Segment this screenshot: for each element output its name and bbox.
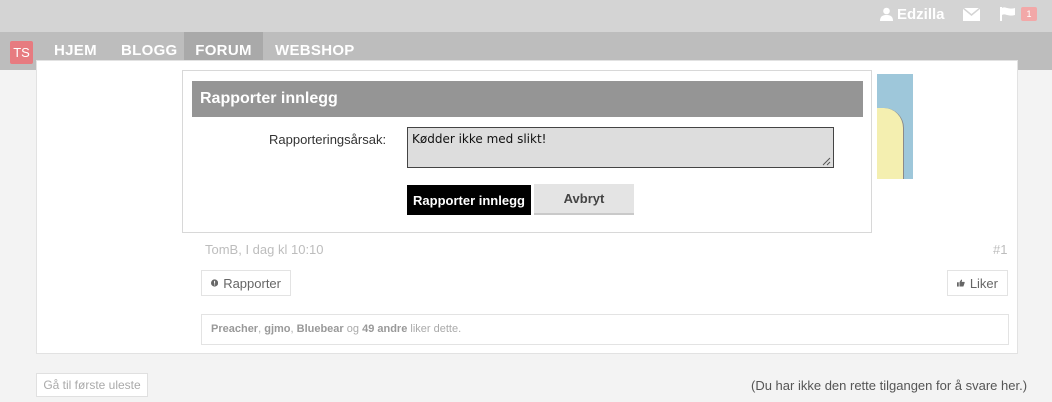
site-logo[interactable]: TS — [10, 41, 33, 64]
likes-others-link[interactable]: 49 andre — [362, 323, 407, 335]
like-button[interactable]: Liker — [947, 270, 1008, 296]
notification-count-badge: 1 — [1021, 7, 1037, 21]
messages-link[interactable] — [963, 3, 980, 25]
report-button-label: Rapporter — [223, 275, 281, 291]
flag-icon — [1000, 7, 1015, 21]
user-menu-link[interactable]: Edzilla — [880, 3, 945, 25]
resize-handle-icon[interactable] — [821, 156, 831, 166]
user-icon — [880, 7, 893, 21]
cancel-button[interactable]: Avbryt — [534, 184, 634, 215]
post-meta: TomB, I dag kl 10:10 — [205, 242, 324, 257]
thumbs-up-icon — [957, 279, 965, 287]
report-dialog: Rapporter innlegg Rapporteringsårsak: Ra… — [182, 70, 872, 233]
reason-textarea[interactable] — [407, 127, 834, 168]
liker-gjmo[interactable]: gjmo — [264, 323, 290, 335]
username: Edzilla — [897, 5, 945, 23]
user-bar: Edzilla 1 — [0, 0, 1052, 32]
reason-label: Rapporteringsårsak: — [269, 132, 387, 147]
submit-report-button[interactable]: Rapporter innlegg — [407, 185, 531, 215]
report-post-button[interactable]: Rapporter — [201, 270, 291, 296]
dialog-title: Rapporter innlegg — [192, 81, 863, 117]
post-image — [877, 74, 913, 179]
likes-summary: Preacher, gjmo, Bluebear og 49 andre lik… — [201, 314, 1009, 345]
alert-icon — [211, 279, 219, 287]
post-number-link[interactable]: #1 — [993, 242, 1007, 257]
liker-bluebear[interactable]: Bluebear — [297, 323, 344, 335]
like-button-label: Liker — [969, 275, 998, 291]
mail-icon — [963, 7, 980, 21]
no-permission-notice: (Du har ikke den rette tilgangen for å s… — [751, 378, 1028, 393]
notifications-link[interactable]: 1 — [1000, 3, 1037, 25]
first-unread-button[interactable]: Gå til første uleste — [36, 373, 148, 397]
liker-preacher[interactable]: Preacher — [211, 323, 258, 335]
